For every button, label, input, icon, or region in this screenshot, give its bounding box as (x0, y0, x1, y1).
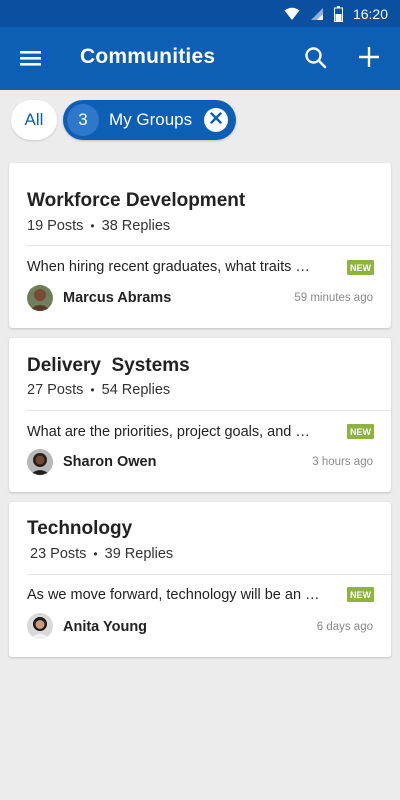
clear-filter-button[interactable] (204, 108, 228, 132)
divider (27, 574, 391, 575)
community-card-technology[interactable]: Technology 23 Posts • 39 Replies As we m… (9, 502, 391, 657)
hamburger-menu-icon (19, 51, 43, 73)
reply-count: 39 Replies (104, 546, 174, 562)
new-badge: NEW (347, 260, 374, 275)
filter-chip-all-label: All (24, 110, 44, 129)
filter-chip-my-groups-label: My Groups (109, 110, 193, 129)
author-name: Marcus Abrams (63, 290, 172, 306)
separator-dot: • (90, 219, 95, 233)
group-count-badge: 3 (67, 104, 99, 136)
avatar (27, 285, 53, 311)
community-name: Workforce Development (27, 190, 246, 211)
search-icon (303, 47, 329, 75)
new-badge: NEW (347, 587, 374, 602)
avatar (27, 613, 53, 639)
status-time: 16:20 (352, 6, 388, 22)
reply-count: 38 Replies (101, 218, 171, 234)
app-bar: Communities (0, 27, 400, 90)
community-stats: 23 Posts • 39 Replies (30, 546, 173, 562)
separator-dot: • (93, 547, 98, 561)
wifi-icon (284, 7, 300, 21)
page-title: Communities (80, 45, 216, 68)
search-button[interactable] (303, 45, 329, 71)
plus-icon (356, 47, 382, 74)
menu-button[interactable] (19, 47, 43, 69)
community-name: Delivery Systems (27, 355, 190, 376)
divider (27, 245, 391, 246)
signal-icon (310, 7, 324, 21)
status-bar: 16:20 (0, 0, 400, 27)
author-name: Anita Young (63, 619, 148, 635)
latest-question[interactable]: As we move forward, technology will be a… (27, 587, 332, 603)
author-name: Sharon Owen (63, 454, 157, 470)
separator-dot: • (90, 383, 95, 397)
latest-question[interactable]: When hiring recent graduates, what trait… (27, 259, 332, 275)
filter-chip-my-groups[interactable]: 3 My Groups (63, 100, 236, 140)
avatar (27, 449, 53, 475)
close-icon (210, 111, 222, 129)
community-stats: 27 Posts • 54 Replies (27, 382, 170, 398)
post-time: 6 days ago (316, 621, 373, 633)
post-time: 59 minutes ago (294, 292, 373, 304)
filter-chip-all[interactable]: All (11, 100, 57, 140)
latest-question[interactable]: What are the priorities, project goals, … (27, 424, 332, 440)
post-count: 27 Posts (27, 382, 84, 398)
battery-icon (333, 6, 343, 22)
community-name: Technology (27, 518, 133, 539)
reply-count: 54 Replies (101, 382, 171, 398)
divider (27, 410, 391, 411)
community-card-workforce-development[interactable]: Workforce Development 19 Posts • 38 Repl… (9, 163, 391, 328)
post-count: 23 Posts (30, 546, 87, 562)
post-count: 19 Posts (27, 218, 84, 234)
new-badge: NEW (347, 424, 374, 439)
community-card-delivery-systems[interactable]: Delivery Systems 27 Posts • 54 Replies W… (9, 338, 391, 492)
post-time: 3 hours ago (312, 456, 373, 468)
status-icons: 16:20 (284, 5, 388, 23)
add-button[interactable] (356, 44, 382, 70)
community-stats: 19 Posts • 38 Replies (27, 218, 170, 234)
